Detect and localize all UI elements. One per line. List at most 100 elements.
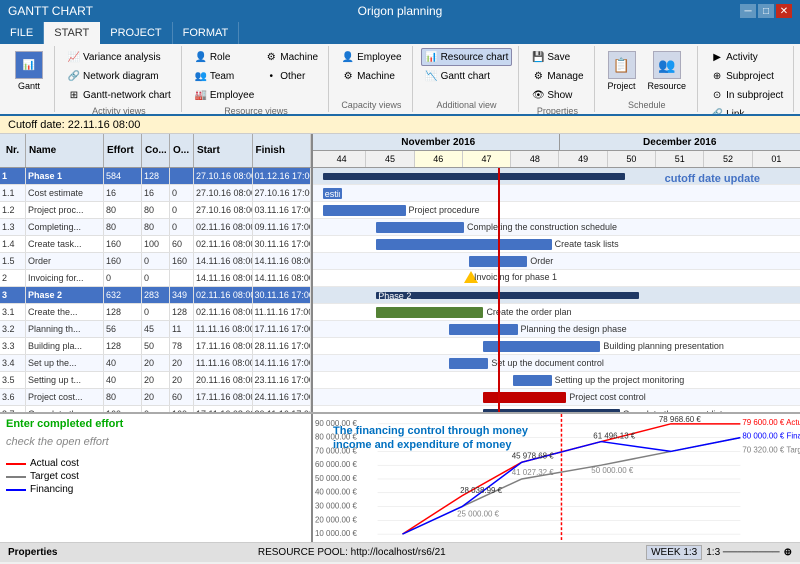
table-cell: 128 bbox=[104, 304, 142, 320]
variance-analysis-btn[interactable]: 📈Variance analysis bbox=[63, 48, 175, 66]
tab-project[interactable]: PROJECT bbox=[100, 22, 172, 44]
cost-chart: Enter completed effort check the open ef… bbox=[0, 412, 800, 542]
table-row[interactable]: 2Invoicing for...0014.11.16 08:0014.11.1… bbox=[0, 270, 311, 287]
svg-text:61 496.13 €: 61 496.13 € bbox=[593, 432, 636, 441]
table-cell: 14.11.16 17:00 bbox=[253, 355, 312, 371]
table-cell: 24.11.16 17:00 bbox=[253, 389, 312, 405]
col-finish: Finish bbox=[253, 134, 312, 167]
table-cell: 80 bbox=[104, 202, 142, 218]
gantt-bar bbox=[323, 173, 625, 180]
table-cell: 3.2 bbox=[0, 321, 26, 337]
gantt-network-btn[interactable]: ⊞Gantt-network chart bbox=[63, 86, 175, 104]
gantt-button[interactable]: 📊 Gantt bbox=[10, 48, 48, 94]
employee-btn[interactable]: 🏭Employee bbox=[190, 86, 258, 104]
cap-machine-btn[interactable]: ⚙Machine bbox=[337, 67, 405, 85]
table-row[interactable]: 3.1Create the...128012802.11.16 08:0011.… bbox=[0, 304, 311, 321]
table-cell: 20 bbox=[142, 355, 170, 371]
table-row[interactable]: 3.6Project cost...80206017.11.16 08:0024… bbox=[0, 389, 311, 406]
legend-target: Target cost bbox=[6, 471, 305, 482]
table-cell: 50 bbox=[142, 338, 170, 354]
bar-label: Project cost control bbox=[569, 392, 646, 402]
table-cell: 11.11.16 08:00 bbox=[194, 321, 253, 337]
table-cell: 80 bbox=[142, 202, 170, 218]
table-cell: 40 bbox=[104, 372, 142, 388]
table-cell: 03.11.16 17:00 bbox=[253, 202, 312, 218]
table-row[interactable]: 3.5Setting up t...40202020.11.16 08:0023… bbox=[0, 372, 311, 389]
table-cell: 80 bbox=[104, 389, 142, 405]
save-btn[interactable]: 💾Save bbox=[527, 48, 587, 66]
close-button[interactable]: ✕ bbox=[776, 4, 792, 18]
table-cell: 02.11.16 08:00 bbox=[194, 219, 253, 235]
svg-text:45 978.68 €: 45 978.68 € bbox=[512, 451, 555, 460]
table-cell: 0 bbox=[170, 185, 194, 201]
subproject-btn[interactable]: ⊕Subproject bbox=[706, 67, 787, 85]
other-btn[interactable]: •Other bbox=[260, 67, 322, 85]
table-cell: 45 bbox=[142, 321, 170, 337]
month-dec: December 2016 bbox=[560, 134, 800, 150]
table-cell: 20 bbox=[170, 372, 194, 388]
col-nr: Nr. bbox=[0, 134, 26, 167]
in-subproject-btn[interactable]: ⊙In subproject bbox=[706, 86, 787, 104]
table-cell: 0 bbox=[142, 253, 170, 269]
manage-btn[interactable]: ⚙Manage bbox=[527, 67, 587, 85]
table-row[interactable]: 1.1Cost estimate1616027.10.16 08:0027.10… bbox=[0, 185, 311, 202]
table-row[interactable]: 1Phase 158412827.10.16 08:0001.12.16 17:… bbox=[0, 168, 311, 185]
cutoff-label: Cutoff date: 22.11.16 08:00 bbox=[8, 119, 140, 131]
table-cell: 17.11.16 17:00 bbox=[253, 321, 312, 337]
activity-btn[interactable]: ▶Activity bbox=[706, 48, 787, 66]
role-btn[interactable]: 👤Role bbox=[190, 48, 258, 66]
table-cell: 160 bbox=[104, 253, 142, 269]
cap-employee-btn[interactable]: 👤Employee bbox=[337, 48, 405, 66]
svg-text:20 000.00 €: 20 000.00 € bbox=[315, 515, 358, 524]
bar-label: Create task lists bbox=[555, 239, 619, 249]
tab-file[interactable]: FILE bbox=[0, 22, 44, 44]
legend-financing: Financing bbox=[6, 484, 305, 495]
show-btn[interactable]: 👁Show bbox=[527, 86, 587, 104]
table-cell: 584 bbox=[104, 168, 142, 184]
ribbon-group-structure: ▶Activity ⊕Subproject ⊙In subproject 🔗Li… bbox=[700, 46, 794, 112]
table-cell: 0 bbox=[142, 270, 170, 286]
svg-text:28 038.99 €: 28 038.99 € bbox=[460, 486, 503, 495]
table-cell: Planning th... bbox=[26, 321, 104, 337]
table-row[interactable]: 3.2Planning th...56451111.11.16 08:0017.… bbox=[0, 321, 311, 338]
gantt-bar bbox=[483, 392, 566, 403]
table-row[interactable]: 1.4Create task...1601006002.11.16 08:003… bbox=[0, 236, 311, 253]
table-cell: 14.11.16 08:00 bbox=[253, 253, 312, 269]
gantt-bar bbox=[376, 222, 464, 233]
table-cell: 1 bbox=[0, 168, 26, 184]
table-cell: 3.3 bbox=[0, 338, 26, 354]
gantt-chart-btn[interactable]: 📉Gantt chart bbox=[421, 67, 513, 85]
table-row[interactable]: 3Phase 263228334902.11.16 08:00+30.11.16… bbox=[0, 287, 311, 304]
link-btn[interactable]: 🔗Link bbox=[706, 105, 787, 116]
tab-format[interactable]: FORMAT bbox=[173, 22, 240, 44]
minimize-button[interactable]: ─ bbox=[740, 4, 756, 18]
network-diagram-btn[interactable]: 🔗Network diagram bbox=[63, 67, 175, 85]
svg-text:50 000.00 €: 50 000.00 € bbox=[591, 466, 634, 475]
svg-text:25 000.00 €: 25 000.00 € bbox=[457, 509, 500, 518]
machine-btn[interactable]: ⚙Machine bbox=[260, 48, 322, 66]
table-row[interactable]: 1.5Order160016014.11.16 08:0014.11.16 08… bbox=[0, 253, 311, 270]
legend-financing-line bbox=[6, 489, 26, 491]
resource-chart-btn[interactable]: 📊Resource chart bbox=[421, 48, 513, 66]
table-cell: 128 bbox=[142, 168, 170, 184]
maximize-button[interactable]: □ bbox=[758, 4, 774, 18]
table-cell: 349 bbox=[170, 287, 194, 303]
table-cell: Building pla... bbox=[26, 338, 104, 354]
app-title: GANTT CHART bbox=[8, 4, 93, 18]
ribbon-group-resource: 👤Role 👥Team 🏭Employee ⚙Machine •Other Re… bbox=[184, 46, 329, 112]
table-row[interactable]: 3.3Building pla...128507817.11.16 08:002… bbox=[0, 338, 311, 355]
zoom-slider[interactable]: 1:3 ──────── bbox=[706, 547, 779, 558]
team-btn[interactable]: 👥Team bbox=[190, 67, 258, 85]
table-cell: 128 bbox=[170, 304, 194, 320]
tab-start[interactable]: START bbox=[44, 22, 100, 44]
project-schedule-btn[interactable]: 📋 Project bbox=[603, 48, 641, 94]
table-cell: Completing... bbox=[26, 219, 104, 235]
table-row[interactable]: 3.4Set up the...40202011.11.16 08:0014.1… bbox=[0, 355, 311, 372]
col-open: O... bbox=[170, 134, 194, 167]
resource-schedule-btn[interactable]: 👥 Resource bbox=[643, 48, 692, 94]
zoom-out-btn[interactable]: ⊕ bbox=[784, 547, 792, 558]
gantt-chart-panel: November 2016 December 2016 44 45 46 47 … bbox=[313, 134, 800, 412]
table-cell: 20.11.16 08:00 bbox=[194, 372, 253, 388]
table-row[interactable]: 1.2Project proc...8080027.10.16 08:0003.… bbox=[0, 202, 311, 219]
table-row[interactable]: 1.3Completing...8080002.11.16 08:0009.11… bbox=[0, 219, 311, 236]
